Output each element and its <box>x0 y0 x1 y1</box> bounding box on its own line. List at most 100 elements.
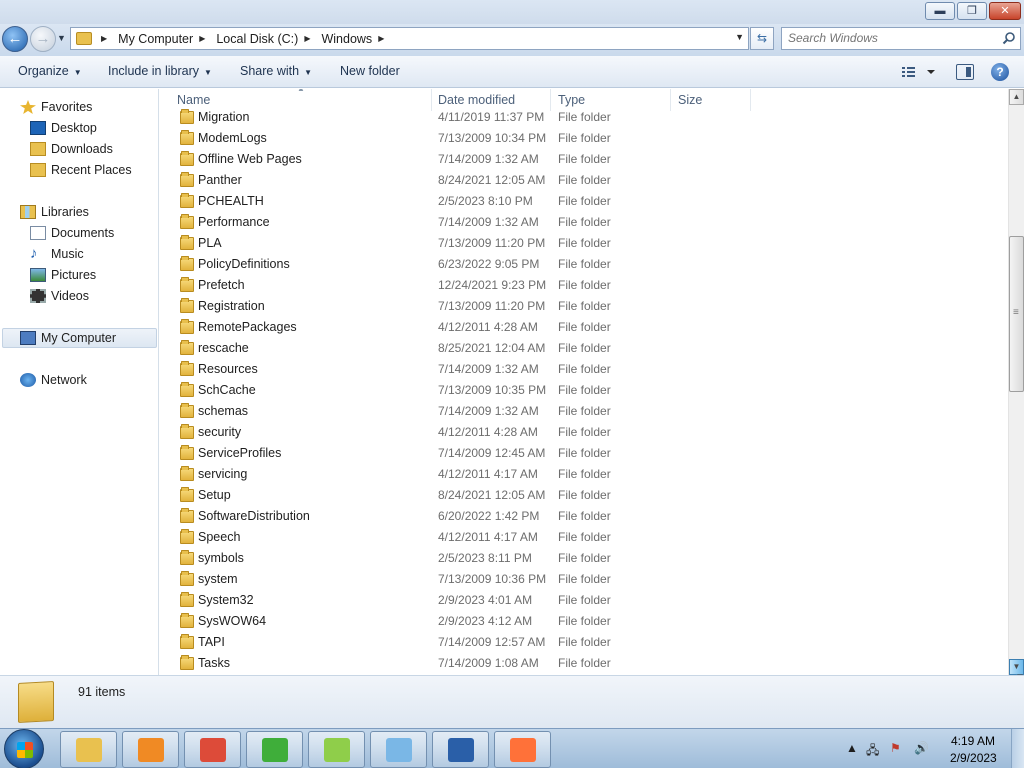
nav-recent-places[interactable]: Recent Places <box>30 160 132 180</box>
taskbar-button[interactable] <box>494 731 551 768</box>
nav-libraries[interactable]: Libraries <box>20 202 89 222</box>
file-date-modified: 2/5/2023 8:11 PM <box>438 551 532 565</box>
taskbar-button[interactable] <box>184 731 241 768</box>
file-date-modified: 12/24/2021 9:23 PM <box>438 278 547 292</box>
table-row[interactable]: Tasks 7/14/2009 1:08 AM File folder <box>160 653 1008 674</box>
show-hidden-icons-icon[interactable]: ▲ <box>846 741 858 755</box>
table-row[interactable]: Offline Web Pages 7/14/2009 1:32 AM File f… <box>160 149 1008 170</box>
chevron-down-icon: ▼ <box>73 68 82 77</box>
table-row[interactable]: rescache 8/25/2021 12:04 AM File folder <box>160 338 1008 359</box>
breadcrumb-separator-icon[interactable]: ▶ <box>378 34 384 43</box>
minimize-button[interactable]: ▬ <box>925 2 955 20</box>
vertical-scrollbar[interactable]: ▲ ▼ <box>1008 89 1024 675</box>
preview-pane-icon[interactable] <box>956 64 974 80</box>
table-row[interactable]: ModemLogs 7/13/2009 10:34 PM File folder <box>160 128 1008 149</box>
table-row[interactable]: servicing 4/12/2011 4:17 AM File folder <box>160 464 1008 485</box>
folder-icon <box>180 382 194 397</box>
refresh-button[interactable]: ⇆ <box>750 27 774 50</box>
videos-icon <box>30 289 46 303</box>
folder-icon <box>180 172 194 187</box>
table-row[interactable]: TAPI 7/14/2009 12:57 AM File folder <box>160 632 1008 653</box>
table-row[interactable]: Speech 4/12/2011 4:17 AM File folder <box>160 527 1008 548</box>
table-row[interactable]: SysWOW64 2/9/2023 4:12 AM File folder <box>160 611 1008 632</box>
file-date-modified: 7/13/2009 10:35 PM <box>438 383 547 397</box>
show-desktop-button[interactable] <box>1011 729 1024 768</box>
recent-pages-dropdown-icon[interactable]: ▼ <box>57 33 66 43</box>
breadcrumb-windows[interactable]: Windows <box>319 32 374 46</box>
chrome-icon <box>200 738 226 762</box>
folder-icon <box>180 340 194 355</box>
search-box[interactable] <box>781 27 1021 50</box>
table-row[interactable]: Panther 8/24/2021 12:05 AM File folder <box>160 170 1008 191</box>
breadcrumb-separator-icon[interactable]: ▶ <box>304 34 310 43</box>
taskbar-button[interactable] <box>308 731 365 768</box>
breadcrumb-my-computer[interactable]: My Computer <box>116 32 195 46</box>
nav-my-computer[interactable]: My Computer <box>2 328 157 348</box>
table-row[interactable]: SoftwareDistribution 6/20/2022 1:42 PM Fil… <box>160 506 1008 527</box>
table-row[interactable]: security 4/12/2011 4:28 AM File folder <box>160 422 1008 443</box>
help-icon[interactable]: ? <box>991 63 1009 81</box>
nav-documents[interactable]: Documents <box>30 223 114 243</box>
table-row[interactable]: Prefetch 12/24/2021 9:23 PM File folder <box>160 275 1008 296</box>
table-row[interactable]: System32 2/9/2023 4:01 AM File folder <box>160 590 1008 611</box>
taskbar-button[interactable] <box>432 731 489 768</box>
nav-music[interactable]: Music <box>30 244 84 264</box>
breadcrumb-separator-icon[interactable]: ▶ <box>101 34 107 43</box>
file-date-modified: 7/14/2009 12:45 AM <box>438 446 546 460</box>
back-button[interactable]: ← <box>2 26 28 52</box>
clock-date[interactable]: 2/9/2023 <box>950 751 997 765</box>
table-row[interactable]: PolicyDefinitions 6/23/2022 9:05 PM File f… <box>160 254 1008 275</box>
table-row[interactable]: SchCache 7/13/2009 10:35 PM File folder <box>160 380 1008 401</box>
table-row[interactable]: PLA 7/13/2009 11:20 PM File folder <box>160 233 1008 254</box>
new-folder-button[interactable]: New folder <box>340 56 400 87</box>
scroll-up-button[interactable]: ▲ <box>1009 89 1024 105</box>
change-view-button[interactable] <box>900 64 940 80</box>
table-row[interactable]: Migration 4/11/2019 11:37 PM File folder <box>160 107 1008 128</box>
clock-time[interactable]: 4:19 AM <box>951 734 995 748</box>
nav-desktop[interactable]: Desktop <box>30 118 97 138</box>
table-row[interactable]: RemotePackages 4/12/2011 4:28 AM File fold… <box>160 317 1008 338</box>
visual-basic-icon <box>448 738 474 762</box>
scroll-thumb[interactable] <box>1009 236 1024 393</box>
nav-pictures[interactable]: Pictures <box>30 265 96 285</box>
share-with-button[interactable]: Share with ▼ <box>240 56 312 87</box>
address-bar[interactable]: ▶ My Computer ▶ Local Disk (C:) ▶ Window… <box>70 27 749 50</box>
table-row[interactable]: Setup 8/24/2021 12:05 AM File folder <box>160 485 1008 506</box>
file-type: File folder <box>558 278 611 292</box>
file-date-modified: 7/14/2009 1:32 AM <box>438 152 539 166</box>
search-icon[interactable] <box>1002 31 1016 45</box>
table-row[interactable]: ServiceProfiles 7/14/2009 12:45 AM File fo… <box>160 443 1008 464</box>
search-input[interactable] <box>782 28 992 48</box>
nav-network[interactable]: Network <box>20 370 87 390</box>
nav-videos[interactable]: Videos <box>30 286 89 306</box>
organize-button[interactable]: Organize ▼ <box>18 56 82 87</box>
table-row[interactable]: system 7/13/2009 10:36 PM File folder <box>160 569 1008 590</box>
table-row[interactable]: Registration 7/13/2009 11:20 PM File folde… <box>160 296 1008 317</box>
taskbar-button[interactable] <box>60 731 117 768</box>
file-name: System32 <box>198 593 254 607</box>
taskbar-button[interactable] <box>370 731 427 768</box>
breadcrumb-local-disk[interactable]: Local Disk (C:) <box>214 32 300 46</box>
table-row[interactable]: Performance 7/14/2009 1:32 AM File folder <box>160 212 1008 233</box>
volume-icon[interactable]: 🔊 <box>914 741 929 755</box>
nav-recent-places-label: Recent Places <box>51 163 132 177</box>
maximize-button[interactable]: ❐ <box>957 2 987 20</box>
forward-button[interactable]: → <box>30 26 56 52</box>
breadcrumb-separator-icon[interactable]: ▶ <box>199 34 205 43</box>
network-icon <box>20 373 36 387</box>
nav-downloads[interactable]: Downloads <box>30 139 113 159</box>
taskbar-button[interactable] <box>246 731 303 768</box>
network-status-icon[interactable]: 🖧 <box>866 741 879 762</box>
close-button[interactable]: ✕ <box>989 2 1021 20</box>
action-center-icon[interactable]: ⚑ <box>890 741 901 755</box>
table-row[interactable]: symbols 2/5/2023 8:11 PM File folder <box>160 548 1008 569</box>
table-row[interactable]: schemas 7/14/2009 1:32 AM File folder <box>160 401 1008 422</box>
include-in-library-button[interactable]: Include in library ▼ <box>108 56 212 87</box>
taskbar-button[interactable] <box>122 731 179 768</box>
include-in-library-label: Include in library <box>108 64 200 78</box>
address-history-dropdown-icon[interactable]: ▼ <box>735 32 744 42</box>
table-row[interactable]: Resources 7/14/2009 1:32 AM File folder <box>160 359 1008 380</box>
start-button[interactable] <box>4 729 44 768</box>
nav-favorites[interactable]: Favorites <box>20 97 92 117</box>
table-row[interactable]: PCHEALTH 2/5/2023 8:10 PM File folder <box>160 191 1008 212</box>
